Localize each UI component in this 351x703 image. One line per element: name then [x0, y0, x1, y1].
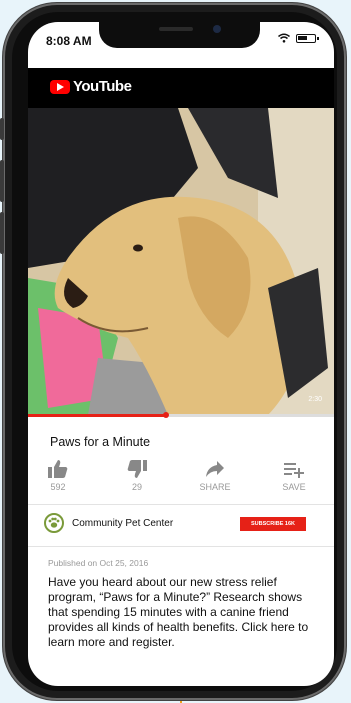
- like-button[interactable]: 592: [36, 460, 80, 492]
- dislike-button[interactable]: 29: [115, 460, 159, 492]
- playlist-add-icon: [284, 463, 304, 478]
- wifi-icon: [278, 33, 290, 43]
- mute-switch: [0, 118, 4, 140]
- youtube-logo-icon[interactable]: [50, 80, 70, 94]
- video-duration: 2:30: [308, 396, 322, 403]
- notch: [99, 22, 260, 48]
- progress-fill: [28, 414, 166, 417]
- publish-date: Published on Oct 25, 2016: [48, 558, 149, 568]
- like-count: 592: [50, 482, 66, 492]
- status-icons: [278, 33, 319, 43]
- dislike-count: 29: [131, 482, 142, 492]
- channel-name[interactable]: Community Pet Center: [72, 518, 173, 529]
- paw-icon: [48, 517, 60, 528]
- divider: [28, 504, 334, 505]
- status-time: 8:08 AM: [46, 34, 92, 48]
- share-icon: [206, 461, 224, 477]
- save-label: SAVE: [282, 482, 306, 492]
- battery-icon: [296, 33, 319, 43]
- subscribe-button[interactable]: SUBSCRIBE 16K: [240, 517, 306, 531]
- thumbs-up-icon: [48, 460, 68, 478]
- save-button[interactable]: SAVE: [272, 460, 316, 492]
- action-bar: 592 29 SHARE SAVE: [28, 460, 334, 500]
- speaker: [159, 27, 193, 31]
- youtube-wordmark[interactable]: YouTube: [73, 78, 132, 95]
- volume-down-button: [0, 212, 4, 254]
- video-thumbnail: [28, 108, 334, 415]
- video-description[interactable]: Have you heard about our new stress reli…: [48, 575, 318, 650]
- front-camera: [213, 25, 221, 33]
- video-progress-bar[interactable]: [28, 412, 334, 418]
- volume-up-button: [0, 160, 4, 202]
- share-button[interactable]: SHARE: [193, 460, 237, 492]
- video-player[interactable]: 2:30: [28, 108, 334, 415]
- divider: [28, 546, 334, 547]
- thumbs-down-icon: [127, 460, 147, 478]
- video-title: Paws for a Minute: [50, 435, 151, 449]
- youtube-header: YouTube: [28, 68, 334, 108]
- channel-avatar[interactable]: [44, 513, 64, 533]
- progress-scrubber[interactable]: [162, 412, 169, 418]
- phone-screen: 8:08 AM YouTube 2:30 Paws for a Minute 5…: [28, 22, 334, 686]
- share-label: SHARE: [199, 482, 231, 492]
